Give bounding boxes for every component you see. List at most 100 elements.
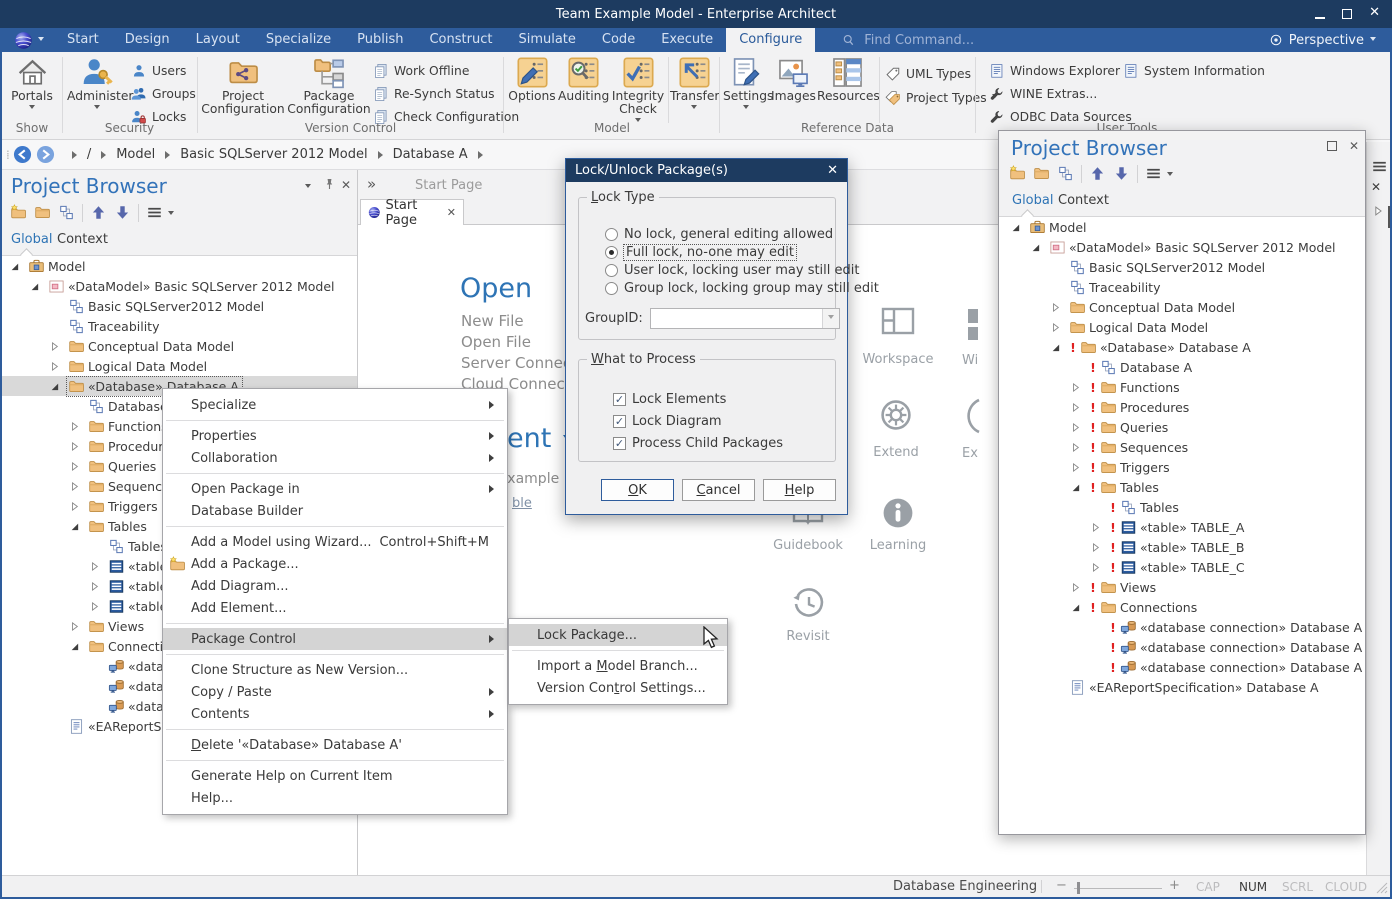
collapse-icon[interactable] [48, 380, 61, 393]
panel-menu-chevron-icon[interactable] [305, 184, 311, 191]
collapse-icon[interactable] [1029, 241, 1042, 254]
back-button[interactable] [13, 145, 32, 164]
tree-item[interactable]: !«database connection» Database A (TEST) [999, 637, 1365, 657]
expand-icon[interactable] [1069, 421, 1082, 434]
tree-item[interactable]: !«Database» Database A [999, 337, 1365, 357]
radio-user-lock[interactable]: User lock, locking user may still edit [605, 263, 860, 278]
menu-item[interactable]: Delete '«Database» Database A' [163, 734, 507, 756]
menu-item[interactable]: Properties [163, 425, 507, 447]
options-button[interactable]: Options [508, 56, 556, 103]
ok-button[interactable]: OK [601, 479, 674, 501]
tree-item[interactable]: Conceptual Data Model [2, 336, 357, 356]
tree-item[interactable]: «EAReportSpecification» Database A [999, 677, 1365, 697]
radio-group-lock[interactable]: Group lock, locking group may still edit [605, 281, 879, 296]
expand-icon[interactable] [68, 440, 81, 453]
menu-item[interactable]: Contents [163, 703, 507, 725]
checkbox-lock-elements[interactable]: Lock Elements [613, 392, 726, 407]
tree-item[interactable]: !Database A [999, 357, 1365, 377]
collapse-icon[interactable] [68, 520, 81, 533]
revisit-icon[interactable] [790, 585, 826, 621]
tree-item[interactable]: Basic SQLServer2012 Model [999, 257, 1365, 277]
expand-icon[interactable] [1089, 541, 1102, 554]
expand-icon[interactable] [1089, 521, 1102, 534]
drag-handle-icon[interactable]: ⁞ [6, 148, 8, 162]
tree-item[interactable]: Model [2, 256, 357, 276]
expand-icon[interactable] [1069, 401, 1082, 414]
settings-button[interactable]: Settings [723, 56, 769, 112]
maximize-icon[interactable] [1327, 141, 1337, 151]
users-button[interactable]: Users [131, 62, 186, 79]
tree-item[interactable]: !«database connection» Database A (DEV) [999, 617, 1365, 637]
minimize-icon[interactable] [1315, 17, 1325, 19]
collapse-icon[interactable] [1069, 601, 1082, 614]
workspace-icon[interactable] [880, 303, 916, 339]
tree-item[interactable]: !Functions [999, 377, 1365, 397]
zoom-slider-thumb[interactable] [1077, 882, 1080, 894]
close-icon[interactable]: ✕ [1369, 5, 1380, 21]
ribbon-tab-start[interactable]: Start [54, 28, 112, 52]
tree-item[interactable]: !Tables [999, 497, 1365, 517]
integrity-check-button[interactable]: Integrity Check [610, 56, 666, 125]
dialog-close-icon[interactable]: ✕ [827, 163, 838, 178]
collapse-icon[interactable] [68, 640, 81, 653]
radio-selected-icon[interactable] [605, 246, 618, 259]
windows-explorer-button[interactable]: Windows Explorer [989, 62, 1120, 79]
cancel-button[interactable]: Cancel [682, 479, 755, 501]
tab-start-page[interactable]: Start Page ✕ [360, 199, 464, 225]
resize-grip-icon[interactable] [1376, 882, 1388, 894]
menu-item[interactable]: Add a Model using Wizard...Control+Shift… [163, 531, 507, 553]
tree-item[interactable]: Conceptual Data Model [999, 297, 1365, 317]
tree-item[interactable]: Basic SQLServer2012 Model [2, 296, 357, 316]
learning-icon[interactable] [880, 495, 916, 531]
package-configuration-button[interactable]: Package Configuration [287, 56, 371, 116]
transfer-button[interactable]: Transfer [670, 56, 718, 112]
ribbon-tab-execute[interactable]: Execute [648, 28, 726, 52]
expand-icon[interactable] [88, 560, 101, 573]
tree-item[interactable]: Traceability [999, 277, 1365, 297]
tab-global[interactable]: Global [1012, 193, 1053, 208]
administer-button[interactable]: Administer [67, 56, 127, 112]
expand-icon[interactable] [68, 620, 81, 633]
ribbon-tab-specialize[interactable]: Specialize [253, 28, 344, 52]
panel-hamburger-button[interactable] [146, 204, 163, 221]
radio-icon[interactable] [605, 228, 618, 241]
menu-item[interactable]: Import a Model Branch... [509, 655, 727, 677]
tab-context[interactable]: Context [1058, 193, 1109, 208]
ribbon-tab-design[interactable]: Design [112, 28, 183, 52]
zoom-slider-track[interactable] [1074, 888, 1162, 889]
tab-close-icon[interactable]: ✕ [447, 206, 456, 219]
tab-context[interactable]: Context [57, 232, 108, 247]
tree-item[interactable]: !«table» TABLE_C [999, 557, 1365, 577]
panel-close-icon[interactable]: ✕ [1349, 139, 1359, 153]
portals-button[interactable]: Portals [8, 56, 56, 112]
ribbon-tab-publish[interactable]: Publish [344, 28, 416, 52]
scroll-right-icon[interactable] [1371, 204, 1385, 218]
checkbox-checked-icon[interactable] [613, 437, 626, 450]
expand-icon[interactable] [1089, 561, 1102, 574]
radio-icon[interactable] [605, 264, 618, 277]
move-up-button[interactable] [1089, 165, 1106, 182]
menu-item[interactable]: Version Control Settings... [509, 677, 727, 699]
maximize-icon[interactable] [1342, 9, 1352, 19]
checkbox-process-child-packages[interactable]: Process Child Packages [613, 436, 783, 451]
new-package-button[interactable] [10, 204, 27, 221]
tab-list-icon[interactable] [1371, 158, 1388, 175]
panel-hamburger-button[interactable] [1145, 165, 1162, 182]
expand-icon[interactable] [68, 420, 81, 433]
checkbox-checked-icon[interactable] [613, 393, 626, 406]
collapse-icon[interactable] [8, 260, 21, 273]
menu-item[interactable]: Add Element... [163, 597, 507, 619]
ribbon-tab-construct[interactable]: Construct [416, 28, 505, 52]
ribbon-tab-configure[interactable]: Configure [726, 28, 815, 52]
ribbon-tab-layout[interactable]: Layout [183, 28, 253, 52]
tree-item[interactable]: Traceability [2, 316, 357, 336]
tree-item[interactable]: !«table» TABLE_A [999, 517, 1365, 537]
tab-global[interactable]: Global [11, 232, 52, 247]
expand-icon[interactable] [68, 480, 81, 493]
menu-item[interactable]: Specialize [163, 394, 507, 416]
find-command-box[interactable]: Find Command... [841, 28, 974, 52]
extend-icon[interactable] [878, 397, 914, 433]
perspective-button[interactable]: Perspective [1269, 28, 1392, 52]
tile-label[interactable]: Revisit [753, 629, 863, 644]
pin-icon[interactable] [322, 177, 337, 192]
